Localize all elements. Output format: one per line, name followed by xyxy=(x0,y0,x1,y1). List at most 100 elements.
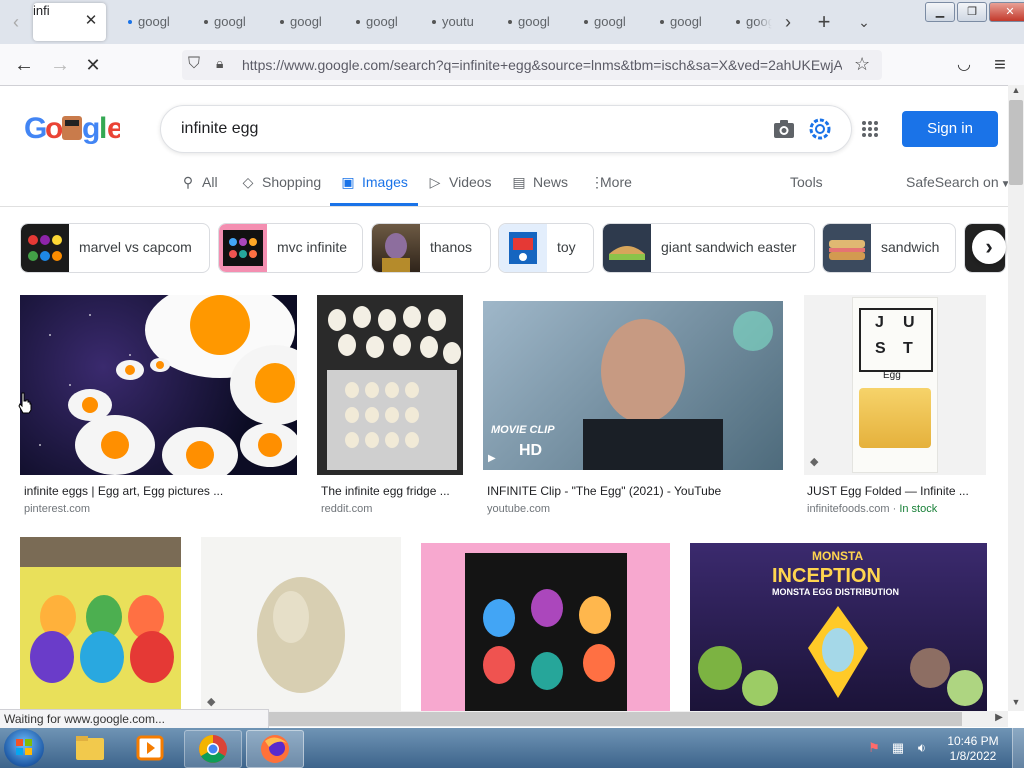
url-text[interactable]: https://www.google.com/search?q=infinite… xyxy=(242,57,842,73)
status-bar: Waiting for www.google.com... xyxy=(0,709,269,729)
tab[interactable]: googl xyxy=(646,0,722,44)
google-apps-icon[interactable] xyxy=(861,120,879,138)
show-desktop-button[interactable] xyxy=(1012,728,1024,768)
tab[interactable]: goog xyxy=(722,0,772,44)
pocket-icon[interactable]: ◡ xyxy=(952,53,976,77)
related-chip[interactable]: giant sandwich easter xyxy=(602,223,815,273)
result-source[interactable]: youtube.com xyxy=(487,503,550,515)
infinity-eggs-box-image-icon xyxy=(465,553,627,711)
result-source[interactable]: reddit.com xyxy=(321,503,372,515)
lock-icon[interactable]: 🔒︎ xyxy=(216,55,223,72)
result-source-domain: infinitefoods.com xyxy=(807,503,890,515)
taskbar-clock[interactable]: 10:46 PM 1/8/2022 xyxy=(940,734,1006,764)
tools-button[interactable]: Tools xyxy=(790,174,823,206)
safesearch-toggle[interactable]: SafeSearch on ▼ xyxy=(906,174,1011,206)
monsta-brand: MONSTA xyxy=(812,549,864,563)
close-window-icon[interactable]: ✕ xyxy=(989,2,1024,22)
google-logo[interactable]: G o g l e xyxy=(24,108,124,148)
result-title[interactable]: infinite eggs | Egg art, Egg pictures ..… xyxy=(24,484,294,498)
result-image[interactable] xyxy=(317,295,463,475)
search-input[interactable]: infinite egg xyxy=(181,120,258,138)
tab[interactable]: googl xyxy=(342,0,418,44)
related-chip[interactable]: sandwich xyxy=(822,223,956,273)
result-source[interactable]: infinitefoods.com · In stock xyxy=(807,503,937,515)
tab-more[interactable]: ⋮More xyxy=(590,174,632,206)
related-chip[interactable]: thanos xyxy=(371,223,491,273)
thanos-thumbnail-icon xyxy=(382,233,410,272)
forward-icon[interactable]: → xyxy=(48,53,72,77)
tab[interactable]: googl xyxy=(114,0,190,44)
taskbar-chrome[interactable] xyxy=(184,730,242,768)
stock-status: In stock xyxy=(899,503,938,515)
tab-shopping[interactable]: ◇ Shopping xyxy=(240,174,322,206)
tab-indicator-icon xyxy=(584,20,588,24)
bookmark-star-icon[interactable]: ☆ xyxy=(854,54,870,75)
tab[interactable]: googl xyxy=(570,0,646,44)
result-image[interactable] xyxy=(20,537,181,711)
tab[interactable]: googl xyxy=(266,0,342,44)
chip-label: marvel vs capcom xyxy=(79,239,192,255)
chevron-right-icon[interactable]: › xyxy=(972,230,1006,264)
chip-thumbnail xyxy=(823,224,871,272)
tracking-protection-shield-icon[interactable]: ⛉ xyxy=(188,55,200,73)
inception-subtitle: MONSTA EGG DISTRIBUTION xyxy=(772,587,899,597)
url-bar[interactable]: ⛉ 🔒︎ https://www.google.com/search?q=inf… xyxy=(182,50,882,80)
action-center-flag-icon[interactable]: ⚑ xyxy=(866,740,882,756)
settings-gear-icon[interactable] xyxy=(809,118,831,140)
result-image[interactable]: MOVIE CLIP HD ▶ xyxy=(483,301,783,470)
svg-text:G: G xyxy=(24,112,46,145)
back-icon[interactable]: ← xyxy=(12,53,36,77)
volume-icon[interactable]: 🔉︎ xyxy=(914,740,930,756)
tab-all[interactable]: ⚲ All xyxy=(180,174,218,206)
horizontal-scrollbar-thumb[interactable] xyxy=(262,712,962,726)
menu-icon[interactable]: ≡ xyxy=(988,53,1012,77)
result-title[interactable]: INFINITE Clip - "The Egg" (2021) - YouTu… xyxy=(487,484,783,498)
sandwich-thumbnail-icon xyxy=(829,240,865,260)
svg-text:e: e xyxy=(107,112,120,145)
list-tabs-icon[interactable]: ⌄ xyxy=(854,12,874,32)
related-chip[interactable]: marvel vs capcom xyxy=(20,223,210,273)
tab[interactable]: googl xyxy=(494,0,570,44)
result-source[interactable]: pinterest.com xyxy=(24,503,90,515)
related-chip[interactable]: mvc infinite xyxy=(218,223,363,273)
vertical-scrollbar-thumb[interactable] xyxy=(1009,100,1023,185)
folded-egg-graphic xyxy=(859,388,931,448)
result-image[interactable] xyxy=(421,543,670,711)
network-icon[interactable]: ▦ xyxy=(890,740,906,756)
result-title[interactable]: The infinite egg fridge ... xyxy=(321,484,461,498)
tab[interactable]: googl xyxy=(190,0,266,44)
restore-window-icon[interactable]: ❐ xyxy=(957,2,987,22)
taskbar-explorer[interactable] xyxy=(62,730,118,766)
stop-loading-icon[interactable]: ✕ xyxy=(81,53,105,77)
result-title[interactable]: JUST Egg Folded — Infinite ... xyxy=(807,484,982,498)
tabs-scroll-right-icon[interactable]: › xyxy=(778,12,798,32)
minimize-window-icon[interactable]: ▁ xyxy=(925,2,955,22)
sandwich-thumbnail-icon xyxy=(609,246,645,260)
tabs-scroll-left-icon[interactable]: ‹ xyxy=(6,12,26,32)
chip-thumbnail xyxy=(219,224,267,272)
result-image[interactable] xyxy=(20,295,297,475)
result-image[interactable]: ◆ xyxy=(201,537,401,711)
result-image[interactable]: J U S T Egg ◆ xyxy=(804,295,986,475)
tab-videos[interactable]: ▷ Videos xyxy=(427,174,492,206)
folder-icon xyxy=(76,736,104,760)
search-box[interactable]: infinite egg xyxy=(160,105,852,153)
result-image[interactable]: MONSTA INCEPTION MONSTA EGG DISTRIBUTION xyxy=(690,543,987,711)
new-tab-icon[interactable]: + xyxy=(814,11,834,33)
svg-text:o: o xyxy=(45,112,63,145)
start-button[interactable] xyxy=(4,729,44,767)
scroll-right-icon[interactable]: ▶ xyxy=(992,712,1006,726)
tab-news[interactable]: ▤ News xyxy=(511,174,568,206)
tab-images[interactable]: ▣ Images xyxy=(330,174,418,206)
scroll-down-icon[interactable]: ▼ xyxy=(1008,697,1024,711)
tab[interactable]: youtu xyxy=(418,0,494,44)
taskbar-firefox[interactable] xyxy=(246,730,304,768)
related-chip[interactable]: toy xyxy=(498,223,594,273)
tab-active[interactable]: infi ✕ xyxy=(33,3,106,41)
colored-eggs-thumbnail-icon xyxy=(223,230,263,266)
taskbar-media-player[interactable] xyxy=(122,730,178,766)
sign-in-button[interactable]: Sign in xyxy=(902,111,998,147)
camera-search-icon[interactable] xyxy=(773,119,795,139)
scroll-up-icon[interactable]: ▲ xyxy=(1008,85,1024,99)
tab-close-icon[interactable]: ✕ xyxy=(83,13,99,29)
